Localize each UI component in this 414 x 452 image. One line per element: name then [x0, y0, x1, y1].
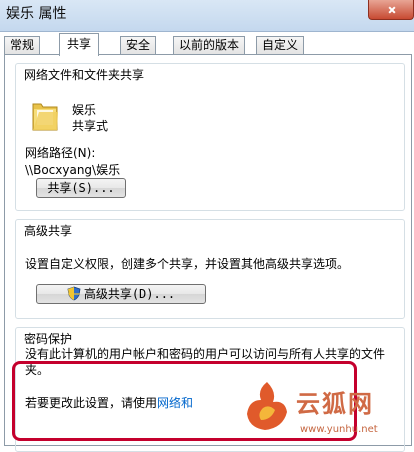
- password-change-text: 若要更改此设置，请使用网络和: [25, 394, 193, 411]
- folder-share-state: 共享式: [72, 119, 109, 133]
- watermark-text: 云狐网: [296, 389, 374, 418]
- network-center-link[interactable]: 网络和: [157, 396, 193, 410]
- network-path-label: 网络路径(N):: [25, 146, 96, 160]
- tab-customize[interactable]: 自定义: [256, 36, 305, 55]
- watermark: 云狐网 www.yunhu.net: [238, 378, 414, 446]
- tab-general[interactable]: 常规: [4, 36, 41, 55]
- folder-icon: [32, 103, 58, 131]
- advanced-share-button[interactable]: 高级共享(D)...: [36, 284, 206, 304]
- close-icon[interactable]: [368, 0, 414, 20]
- tab-previous-versions[interactable]: 以前的版本: [173, 36, 246, 55]
- advanced-share-button-label: 高级共享(D)...: [83, 287, 176, 301]
- window-title: 娱乐 属性: [6, 6, 67, 22]
- folder-name: 娱乐: [72, 103, 97, 117]
- shield-icon: [67, 286, 81, 301]
- watermark-url: www.yunhu.net: [300, 424, 378, 435]
- tab-security[interactable]: 安全: [120, 36, 157, 55]
- password-change-prefix: 若要更改此设置，请使用: [25, 396, 158, 410]
- password-protection-title: 密码保护: [24, 332, 73, 346]
- fox-logo-icon: [247, 382, 287, 430]
- network-path-value: \\Bocxyang\娱乐: [25, 163, 121, 177]
- network-share-title: 网络文件和文件夹共享: [24, 68, 145, 82]
- password-protection-description: 没有此计算机的用户帐户和密码的用户可以访问与所有人共享的文件夹。: [25, 347, 386, 377]
- title-bar[interactable]: 娱乐 属性: [0, 0, 414, 32]
- advanced-share-description: 设置自定义权限，创建多个共享，并设置其他高级共享选项。: [25, 257, 350, 271]
- advanced-share-title: 高级共享: [24, 224, 73, 238]
- network-share-group: 网络文件和文件夹共享 娱乐 共享式 网络路径(N): \\Bocxyang\娱乐…: [15, 63, 405, 211]
- advanced-share-group: 高级共享 设置自定义权限，创建多个共享，并设置其他高级共享选项。 高级共享(D)…: [15, 219, 405, 319]
- tab-sharing[interactable]: 共享: [59, 33, 100, 56]
- share-button[interactable]: 共享(S)...: [36, 178, 126, 198]
